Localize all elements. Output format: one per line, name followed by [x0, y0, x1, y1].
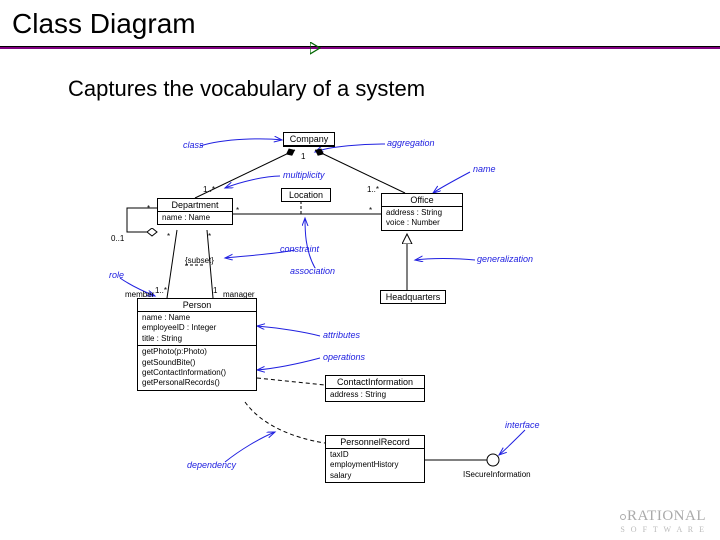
class-name: Company	[284, 133, 334, 146]
class-headquarters: Headquarters	[380, 290, 446, 304]
ann-generalization: generalization	[477, 254, 533, 264]
mult-one: 1	[301, 152, 305, 161]
class-personnelrecord: PersonnelRecord taxID employmentHistory …	[325, 435, 425, 483]
mult-zero-one: 0..1	[111, 234, 124, 243]
ann-attributes: attributes	[323, 330, 360, 340]
mult-star: *	[147, 204, 150, 213]
class-attrs: name : Name employeeID : Integer title :…	[138, 312, 256, 346]
ann-operations: operations	[323, 352, 365, 362]
mult-one-many: 1..*	[203, 185, 215, 194]
class-name: Person	[138, 299, 256, 312]
class-contactinformation: ContactInformation address : String	[325, 375, 425, 402]
role-manager: manager	[223, 290, 255, 299]
ann-constraint: constraint	[280, 244, 319, 254]
class-person: Person name : Name employeeID : Integer …	[137, 298, 257, 391]
role-member: member	[125, 290, 154, 299]
mult-star: *	[208, 232, 211, 241]
slide-subtitle: Captures the vocabulary of a system	[68, 76, 425, 102]
ann-multiplicity: multiplicity	[283, 170, 325, 180]
class-attr: name : Name	[158, 212, 232, 224]
mult-one-many: 1..*	[155, 286, 167, 295]
ann-name: name	[473, 164, 496, 174]
interface-isecure: ISecureInformation	[463, 470, 531, 479]
class-company: Company	[283, 132, 335, 147]
class-attr: address : String	[326, 389, 424, 401]
class-name: PersonnelRecord	[326, 436, 424, 449]
class-name: Department	[158, 199, 232, 212]
ann-class: class	[183, 140, 204, 150]
constraint-subset: {subset}	[185, 256, 214, 265]
class-name: Location	[282, 189, 330, 201]
ann-aggregation: aggregation	[387, 138, 435, 148]
slide-title: Class Diagram	[12, 8, 196, 40]
class-attrs: taxID employmentHistory salary	[326, 449, 424, 482]
class-name: ContactInformation	[326, 376, 424, 389]
mult-one-many: 1..*	[367, 185, 379, 194]
mult-one: 1	[213, 286, 217, 295]
class-attr: address : String voice : Number	[382, 207, 462, 230]
title-arrow-icon	[310, 42, 324, 56]
mult-star: *	[236, 206, 239, 215]
class-name: Office	[382, 194, 462, 207]
ann-dependency: dependency	[187, 460, 236, 470]
uml-class-diagram: Company Department name : Name Location …	[105, 130, 605, 510]
class-office: Office address : String voice : Number	[381, 193, 463, 231]
ann-association: association	[290, 266, 335, 276]
mult-star: *	[167, 232, 170, 241]
ann-role: role	[109, 270, 124, 280]
mult-star: *	[369, 206, 372, 215]
class-name: Headquarters	[381, 291, 445, 303]
brand-logo: RATIONAL S O F T W A R E	[620, 508, 706, 534]
class-location: Location	[281, 188, 331, 202]
title-underline	[0, 46, 720, 49]
logo-dot-icon	[620, 514, 626, 520]
class-department: Department name : Name	[157, 198, 233, 225]
ann-interface: interface	[505, 420, 540, 430]
class-ops: getPhoto(p:Photo) getSoundBite() getCont…	[138, 346, 256, 390]
